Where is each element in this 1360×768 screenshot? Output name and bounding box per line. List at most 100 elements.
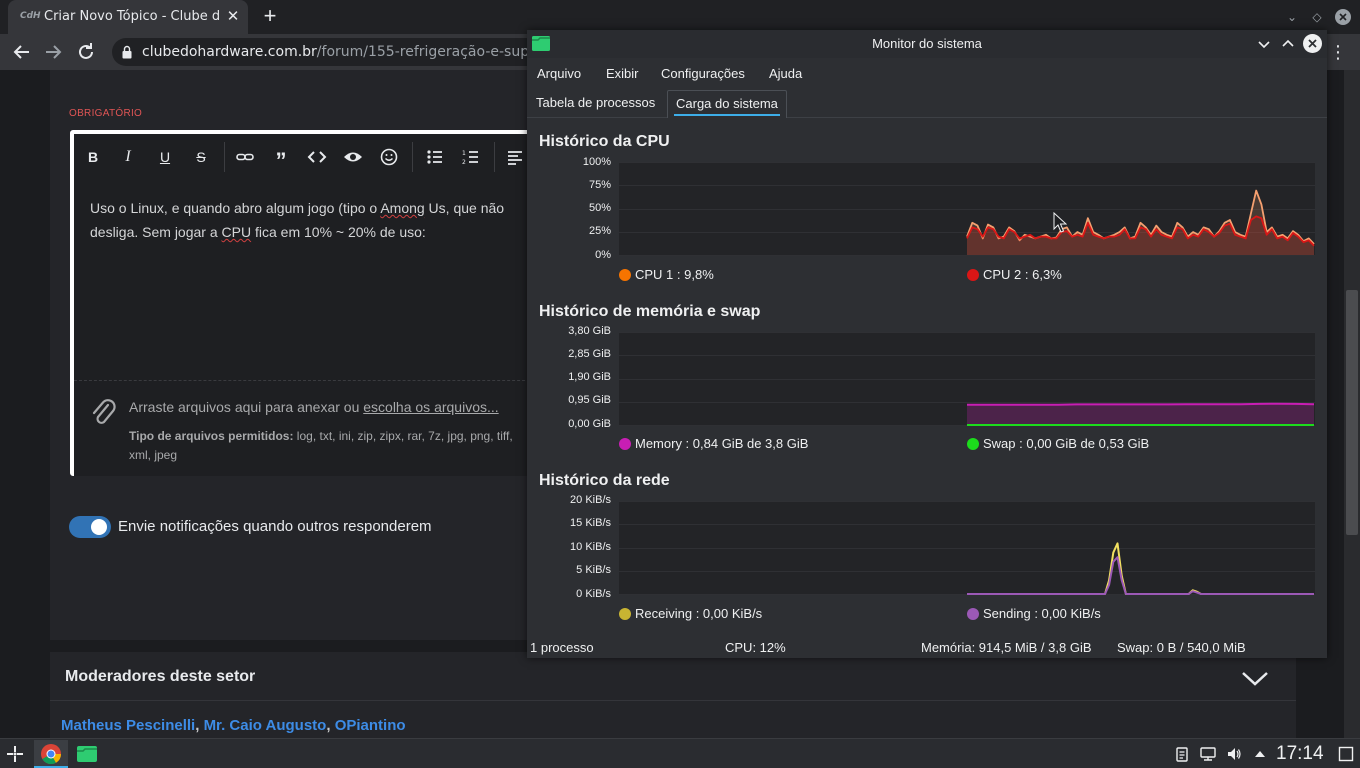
notify-toggle[interactable]: [69, 516, 111, 538]
toggle-knob: [91, 519, 107, 535]
emoji-icon[interactable]: [378, 146, 400, 168]
chevron-up-icon: [1282, 39, 1294, 47]
sending-legend-dot: [967, 608, 979, 620]
code-icon[interactable]: [306, 146, 328, 168]
choose-files-link[interactable]: escolha os arquivos...: [363, 399, 498, 415]
diamond-icon[interactable]: ◇: [1308, 8, 1326, 26]
clock[interactable]: 17:14: [1276, 743, 1324, 765]
window-close-button[interactable]: [1334, 8, 1352, 26]
series-area-memory: [967, 403, 1314, 425]
post-editor: B I U S ” 1 2 Uso o Linux, e quando abro…: [70, 130, 540, 476]
window-title: Monitor do sistema: [872, 36, 982, 51]
clipboard-icon[interactable]: [1174, 746, 1190, 762]
maximize-button[interactable]: [1279, 35, 1297, 53]
chevron-down-icon[interactable]: ⌄: [1283, 8, 1301, 26]
paperclip-icon: [92, 399, 116, 424]
show-desktop-icon[interactable]: [1338, 746, 1354, 762]
menu-exibir[interactable]: Exibir: [606, 66, 639, 81]
toolbar-divider: [412, 142, 413, 172]
tab-title: Criar Novo Tópico - Clube do Hardware: [44, 9, 220, 24]
new-tab-button[interactable]: +: [258, 5, 282, 29]
mem-ytick: 0,00 GiB: [568, 418, 611, 430]
status-processes: 1 processo: [530, 640, 594, 655]
sending-legend: Sending : 0,00 KiB/s: [983, 606, 1101, 621]
menu-ajuda[interactable]: Ajuda: [769, 66, 802, 81]
memory-history-title: Histórico de memória e swap: [539, 303, 761, 320]
moderator-link[interactable]: Mr. Caio Augusto: [204, 717, 327, 734]
menu-arquivo[interactable]: Arquivo: [537, 66, 581, 81]
network-icon[interactable]: [1200, 746, 1216, 762]
attach-instructions: Arraste arquivos aqui para anexar ou esc…: [129, 399, 499, 415]
link-icon[interactable]: [234, 146, 256, 168]
memory-history-chart: [619, 332, 1315, 426]
series-line-sending: [967, 556, 1314, 595]
arrow-left-icon: [13, 45, 29, 59]
bold-icon[interactable]: B: [82, 146, 104, 168]
system-monitor-window: Monitor do sistema Arquivo Exibir Config…: [527, 30, 1327, 658]
tab-close-icon[interactable]: ✕: [224, 8, 242, 26]
net-ytick: 0 KiB/s: [576, 588, 611, 600]
minimize-button[interactable]: [1255, 35, 1273, 53]
required-label: OBRIGATÓRIO: [69, 108, 143, 119]
series-line-memory: [967, 402, 1315, 406]
app-launcher-icon[interactable]: [5, 744, 25, 764]
numbered-list-icon[interactable]: 12: [460, 146, 482, 168]
tray-expand-icon[interactable]: [1252, 746, 1268, 762]
cpu-history-title: Histórico da CPU: [539, 133, 670, 150]
cpu-history-chart: [619, 162, 1315, 256]
svg-text:1: 1: [462, 150, 466, 157]
status-swap: Swap: 0 B / 540,0 MiB: [1117, 640, 1246, 655]
memory-legend-dot: [619, 438, 631, 450]
reload-button[interactable]: [74, 40, 98, 64]
cpu-ytick: 75%: [588, 179, 611, 191]
browser-tabstrip: CdH Criar Novo Tópico - Clube do Hardwar…: [0, 0, 1360, 34]
mem-ytick: 3,80 GiB: [568, 325, 611, 337]
tab-process-table[interactable]: Tabela de processos: [528, 90, 663, 118]
svg-text:2: 2: [462, 159, 466, 166]
net-ytick: 10 KiB/s: [570, 541, 611, 553]
attachment-dropzone[interactable]: Arraste arquivos aqui para anexar ou esc…: [74, 380, 540, 476]
editor-line: Uso o Linux, e quando abro algum jogo (t…: [90, 200, 505, 216]
quote-icon[interactable]: ”: [270, 146, 292, 173]
site-favicon-icon: CdH: [20, 11, 41, 21]
close-button[interactable]: [1303, 34, 1322, 53]
reload-icon: [79, 43, 93, 59]
back-button[interactable]: [10, 40, 34, 64]
editor-text-area[interactable]: Uso o Linux, e quando abro algum jogo (t…: [90, 196, 530, 244]
window-titlebar[interactable]: Monitor do sistema: [527, 30, 1327, 58]
mem-ytick: 2,85 GiB: [568, 348, 611, 360]
menu-configuracoes[interactable]: Configurações: [661, 66, 745, 81]
italic-icon[interactable]: I: [117, 146, 139, 168]
system-monitor-app-icon: [77, 746, 97, 762]
status-cpu: CPU: 12%: [725, 640, 786, 655]
cpu-ytick: 25%: [588, 225, 611, 237]
close-icon: [1308, 39, 1317, 48]
chrome-icon: [41, 744, 62, 765]
tab-bar: Tabela de processos Carga do sistema: [527, 88, 1327, 118]
chevron-down-icon[interactable]: [1240, 668, 1270, 688]
moderator-link[interactable]: OPiantino: [335, 717, 406, 734]
scrollbar-thumb[interactable]: [1346, 290, 1358, 535]
volume-icon[interactable]: [1226, 746, 1242, 762]
notify-label: Envie notificações quando outros respond…: [118, 518, 432, 535]
network-history-chart: [619, 501, 1315, 595]
moderator-link[interactable]: Matheus Pescinelli: [61, 717, 195, 734]
forward-button[interactable]: [41, 40, 65, 64]
bulleted-list-icon[interactable]: [424, 146, 446, 168]
eye-icon[interactable]: [342, 146, 364, 168]
net-ytick: 15 KiB/s: [570, 517, 611, 529]
editor-toolbar: B I U S ” 1 2: [74, 134, 540, 180]
taskbar-system-monitor[interactable]: [70, 740, 104, 768]
browser-tab[interactable]: CdH Criar Novo Tópico - Clube do Hardwar…: [8, 0, 248, 34]
page-scrollbar[interactable]: [1344, 70, 1360, 738]
underline-icon[interactable]: U: [154, 146, 176, 168]
strikethrough-icon[interactable]: S: [190, 146, 212, 168]
align-left-icon[interactable]: [504, 146, 526, 168]
mem-ytick: 0,95 GiB: [568, 394, 611, 406]
mouse-cursor-icon: [1053, 212, 1067, 233]
taskbar-chrome[interactable]: [34, 740, 68, 768]
tab-system-load[interactable]: Carga do sistema: [667, 90, 787, 118]
moderator-list: Matheus Pescinelli, Mr. Caio Augusto, OP…: [61, 717, 406, 734]
browser-menu-button[interactable]: ⋮: [1328, 40, 1348, 64]
active-tab-indicator: [674, 114, 780, 116]
